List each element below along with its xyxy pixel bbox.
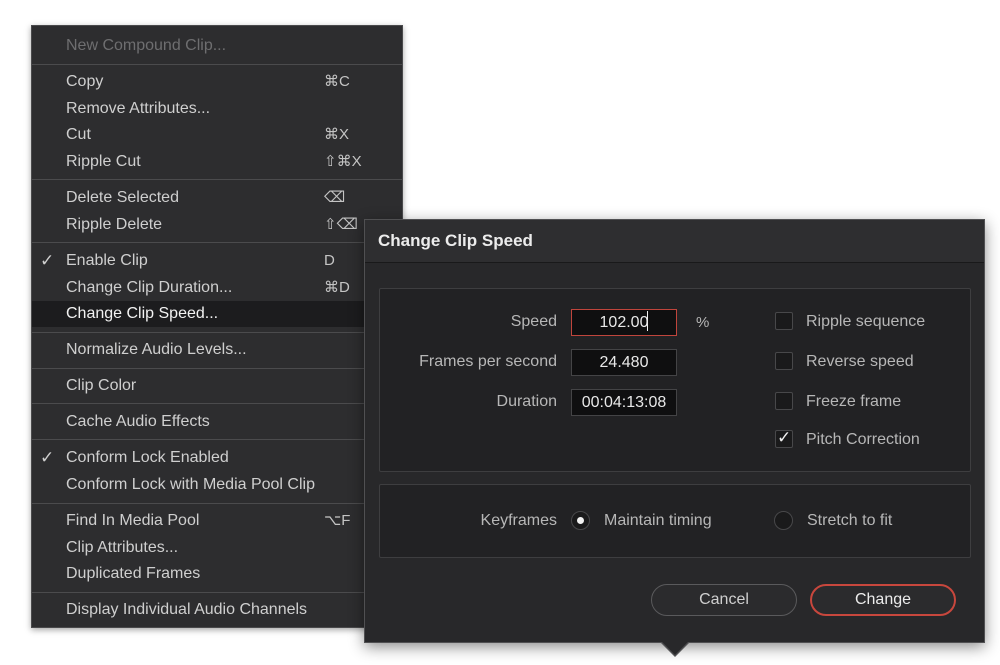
menu-item-cut[interactable]: Cut ⌘X [32, 122, 402, 148]
shift-delete-key-icon: ⇧⌫ [324, 216, 358, 233]
delete-key-icon: ⌫ [324, 189, 346, 206]
menu-item-label: Conform Lock Enabled [66, 449, 229, 466]
maintain-timing-radio[interactable] [571, 511, 590, 530]
menu-item-conform-lock-enabled[interactable]: ✓ Conform Lock Enabled [32, 445, 402, 471]
freeze-frame-checkbox[interactable] [775, 392, 793, 410]
freeze-frame-label: Freeze frame [806, 393, 902, 410]
fps-input[interactable] [571, 349, 677, 376]
text-cursor [647, 311, 648, 331]
menu-separator [32, 64, 402, 65]
menu-item-label: Delete Selected [66, 189, 179, 206]
change-clip-speed-dialog: Change Clip Speed Speed % Frames per sec… [364, 219, 985, 643]
menu-separator [32, 503, 402, 504]
menu-item-label: Normalize Audio Levels... [66, 341, 247, 358]
keyframes-label: Keyframes [480, 512, 557, 529]
menu-item-ripple-cut[interactable]: Ripple Cut ⇧⌘X [32, 149, 402, 175]
menu-item-copy[interactable]: Copy ⌘C [32, 69, 402, 95]
menu-separator [32, 403, 402, 404]
menu-item-label: Conform Lock with Media Pool Clip [66, 476, 315, 493]
menu-item-change-clip-duration[interactable]: Change Clip Duration... ⌘D [32, 275, 402, 301]
menu-separator [32, 242, 402, 243]
menu-separator [32, 332, 402, 333]
menu-separator [32, 439, 402, 440]
menu-separator [32, 592, 402, 593]
menu-item-label: Clip Color [66, 377, 137, 394]
menu-item-shortcut: ⌘D [324, 279, 350, 296]
menu-item-label: Cache Audio Effects [66, 413, 210, 430]
reverse-speed-checkbox[interactable] [775, 352, 793, 370]
menu-item-label: Find In Media Pool [66, 512, 200, 529]
dialog-title: Change Clip Speed [378, 231, 533, 250]
menu-item-clip-attributes[interactable]: Clip Attributes... [32, 535, 402, 561]
menu-item-label: Remove Attributes... [66, 100, 211, 117]
menu-item-label: Enable Clip [66, 252, 148, 269]
menu-item-ripple-delete[interactable]: Ripple Delete ⇧⌫ [32, 212, 402, 238]
menu-item-label: Change Clip Speed... [66, 305, 219, 322]
menu-item-remove-attributes[interactable]: Remove Attributes... [32, 96, 402, 122]
maintain-timing-label: Maintain timing [604, 512, 712, 529]
menu-item-enable-clip[interactable]: ✓ Enable Clip D [32, 248, 402, 274]
menu-item-normalize-audio-levels[interactable]: Normalize Audio Levels... [32, 337, 402, 363]
menu-item-label: Change Clip Duration... [66, 279, 233, 296]
ripple-sequence-label: Ripple sequence [806, 313, 926, 330]
menu-item-display-audio-channels[interactable]: Display Individual Audio Channels [32, 597, 402, 623]
menu-item-label: New Compound Clip... [66, 37, 227, 54]
menu-item-label: Copy [66, 73, 104, 90]
stretch-to-fit-radio[interactable] [774, 511, 793, 530]
menu-item-label: Display Individual Audio Channels [66, 601, 308, 618]
menu-item-change-clip-speed[interactable]: Change Clip Speed... [32, 301, 402, 327]
menu-item-shortcut: D [324, 252, 335, 269]
duration-label: Duration [496, 393, 557, 410]
change-button[interactable]: Change [810, 584, 956, 616]
menu-item-cache-audio-effects[interactable]: Cache Audio Effects [32, 409, 402, 435]
menu-item-label: Duplicated Frames [66, 565, 201, 582]
menu-item-shortcut: ⌘X [324, 126, 350, 143]
menu-item-new-compound-clip: New Compound Clip... [32, 33, 402, 59]
reverse-speed-label: Reverse speed [806, 353, 914, 370]
menu-item-label: Ripple Cut [66, 153, 141, 170]
menu-item-shortcut: ⌥F [324, 512, 351, 529]
menu-item-label: Cut [66, 126, 91, 143]
menu-separator [32, 368, 402, 369]
context-menu: New Compound Clip... Copy ⌘C Remove Attr… [31, 25, 403, 628]
ripple-sequence-checkbox[interactable] [775, 312, 793, 330]
dialog-pointer [661, 641, 689, 655]
stretch-to-fit-label: Stretch to fit [807, 512, 893, 529]
pitch-correction-label: Pitch Correction [806, 431, 920, 448]
speed-unit: % [696, 314, 710, 331]
menu-item-conform-lock-media-pool[interactable]: Conform Lock with Media Pool Clip [32, 472, 402, 498]
menu-item-find-in-media-pool[interactable]: Find In Media Pool ⌥F [32, 508, 402, 534]
menu-item-shortcut: ⇧⌘X [324, 153, 362, 170]
menu-item-label: Ripple Delete [66, 216, 163, 233]
cancel-button[interactable]: Cancel [651, 584, 797, 616]
checkmark-icon: ✓ [777, 428, 792, 447]
speed-input[interactable] [571, 309, 677, 336]
menu-separator [32, 179, 402, 180]
dialog-header: Change Clip Speed [365, 220, 984, 263]
menu-item-label: Clip Attributes... [66, 539, 179, 556]
pitch-correction-checkbox[interactable]: ✓ [775, 428, 793, 448]
speed-label: Speed [510, 313, 557, 330]
menu-item-duplicated-frames[interactable]: Duplicated Frames [32, 561, 402, 587]
duration-input[interactable] [571, 389, 677, 416]
fps-label: Frames per second [419, 353, 557, 370]
checkmark-icon: ✓ [40, 251, 55, 270]
menu-item-shortcut: ⌘C [324, 73, 350, 90]
menu-item-clip-color[interactable]: Clip Color [32, 373, 402, 399]
checkmark-icon: ✓ [40, 448, 55, 467]
menu-item-delete-selected[interactable]: Delete Selected ⌫ [32, 185, 402, 211]
